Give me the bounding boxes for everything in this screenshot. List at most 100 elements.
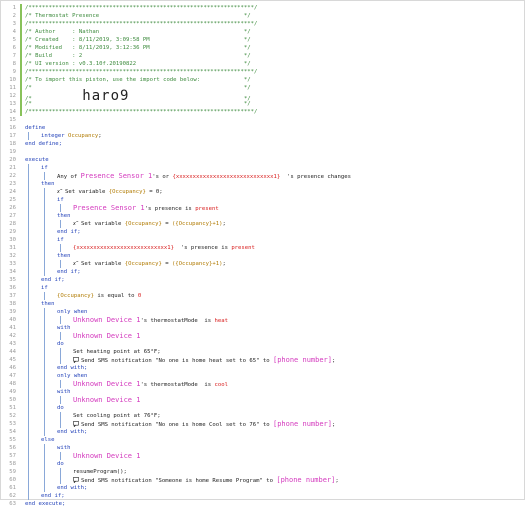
code-token: only when bbox=[57, 309, 88, 315]
code-text: resumeProgram(); bbox=[73, 468, 127, 476]
code-text: integer Occupancy; bbox=[41, 132, 102, 140]
code-line: 11 /* */ bbox=[1, 84, 524, 92]
code-line: 41 with bbox=[1, 324, 524, 332]
code-text: /* To import this piston, use the import… bbox=[25, 76, 251, 84]
comment-block-marker bbox=[20, 60, 22, 68]
code-line: 1 /**************************************… bbox=[1, 4, 524, 12]
line-number: 12 bbox=[9, 93, 16, 99]
comment-block-marker bbox=[20, 76, 22, 84]
code-token: present bbox=[231, 245, 255, 251]
line-number: 37 bbox=[9, 293, 16, 299]
code-text: /* haro9 */ bbox=[25, 89, 251, 103]
comment-block-marker bbox=[20, 92, 22, 100]
code-token: /* */ bbox=[25, 101, 251, 107]
code-text: /* Created : 8/11/2019, 3:09:58 PM */ bbox=[25, 36, 251, 44]
indent-guide bbox=[60, 380, 61, 388]
code-token: Unknown Device 1 bbox=[73, 452, 141, 460]
code-text: Send SMS notification "No one is home Co… bbox=[73, 420, 335, 428]
indent-guide bbox=[60, 396, 61, 404]
code-token: ; bbox=[222, 261, 226, 267]
comment-block-marker bbox=[20, 28, 22, 36]
code-token: end with; bbox=[57, 485, 88, 491]
line-number: 26 bbox=[9, 205, 16, 211]
line-number: 63 bbox=[9, 501, 16, 507]
message-icon bbox=[73, 477, 79, 483]
code-text: if bbox=[57, 236, 64, 244]
code-token: Unknown Device 1 bbox=[73, 332, 141, 340]
code-line: 35 end if; bbox=[1, 276, 524, 284]
code-line: 15 bbox=[1, 116, 524, 124]
code-token: Presence Sensor 1 bbox=[80, 172, 153, 180]
code-text: if bbox=[41, 284, 48, 292]
code-line: 19 bbox=[1, 148, 524, 156]
comment-block-marker bbox=[20, 108, 22, 116]
code-token: if bbox=[41, 165, 48, 171]
code-text: /***************************************… bbox=[25, 68, 257, 76]
line-number: 41 bbox=[9, 325, 16, 331]
code-line: 9 /**************************************… bbox=[1, 68, 524, 76]
code-text: {Occupancy} is equal to 0 bbox=[57, 292, 141, 300]
code-text: /* Thermostat Presence */ bbox=[25, 12, 251, 20]
line-number: 57 bbox=[9, 453, 16, 459]
code-token: [phone number] bbox=[272, 420, 332, 428]
code-text: else bbox=[41, 436, 54, 444]
code-line: 36 if bbox=[1, 284, 524, 292]
code-text: end with; bbox=[57, 364, 87, 372]
code-text: x = Set variable {Occupancy} = ({Occupancy… bbox=[73, 220, 226, 228]
code-token: Set heating point at 65°F; bbox=[73, 349, 161, 355]
code-line: 48 Unknown Device 1's thermostatMode is c… bbox=[1, 380, 524, 388]
code-token: with bbox=[57, 389, 71, 395]
indent-guide bbox=[60, 468, 61, 484]
comment-block-marker bbox=[20, 52, 22, 60]
code-line: 45 Send SMS notification "No one is home … bbox=[1, 356, 524, 364]
comment-block-marker bbox=[20, 12, 22, 20]
code-line: 62 end if; bbox=[1, 492, 524, 500]
code-token: then bbox=[41, 301, 55, 307]
code-token: {Occupancy} bbox=[57, 293, 95, 299]
code-token: 's presence is bbox=[174, 245, 232, 251]
code-line: 56 with bbox=[1, 444, 524, 452]
code-text: Set heating point at 65°F; bbox=[73, 348, 161, 356]
code-token: Presence Sensor 1 bbox=[73, 204, 145, 212]
code-line: 59 resumeProgram(); bbox=[1, 468, 524, 476]
indent-guide bbox=[60, 204, 61, 212]
code-line: 32 then bbox=[1, 252, 524, 260]
variable-assign-icon: x= bbox=[57, 188, 63, 194]
code-token: 0 bbox=[137, 293, 142, 299]
code-text: define bbox=[25, 124, 45, 132]
code-token: /* Created : 8/11/2019, 3:09:58 PM */ bbox=[25, 37, 251, 43]
code-line: 30 if bbox=[1, 236, 524, 244]
code-text: {xxxxxxxxxxxxxxxxxxxxxxxxxxx1} 's presen… bbox=[73, 244, 255, 252]
variable-assign-icon: x= bbox=[73, 260, 79, 266]
code-token: end if; bbox=[57, 229, 81, 235]
code-text: with bbox=[57, 324, 70, 332]
line-number: 60 bbox=[9, 477, 16, 483]
code-token: /* To import this piston, use the import… bbox=[25, 77, 251, 83]
line-number: 61 bbox=[9, 485, 16, 491]
code-line: 26 Presence Sensor 1's presence is presen… bbox=[1, 204, 524, 212]
indent-guide bbox=[60, 452, 61, 460]
code-line: 27 then bbox=[1, 212, 524, 220]
indent-guide bbox=[60, 348, 61, 364]
line-number: 28 bbox=[9, 221, 16, 227]
line-number: 10 bbox=[9, 77, 16, 83]
code-token: /***************************************… bbox=[25, 69, 258, 75]
comment-block-marker bbox=[20, 84, 22, 92]
line-number: 53 bbox=[9, 421, 16, 427]
svg-text:=: = bbox=[76, 220, 79, 223]
line-number: 38 bbox=[9, 301, 16, 307]
code-token: {Occupancy} bbox=[124, 221, 162, 227]
code-line: 16 define bbox=[1, 124, 524, 132]
code-line: 21 if bbox=[1, 164, 524, 172]
line-number: 32 bbox=[9, 253, 16, 259]
code-token: ({Occupancy}+1) bbox=[171, 221, 223, 227]
indent-guide bbox=[28, 132, 29, 140]
code-text: end execute; bbox=[25, 500, 65, 508]
comment-block-marker bbox=[20, 44, 22, 52]
line-number: 58 bbox=[9, 461, 16, 467]
code-text: do bbox=[57, 340, 64, 348]
code-text: end with; bbox=[57, 428, 87, 436]
code-token: = bbox=[161, 261, 172, 267]
code-line: 23 then bbox=[1, 180, 524, 188]
code-token: then bbox=[57, 253, 71, 259]
